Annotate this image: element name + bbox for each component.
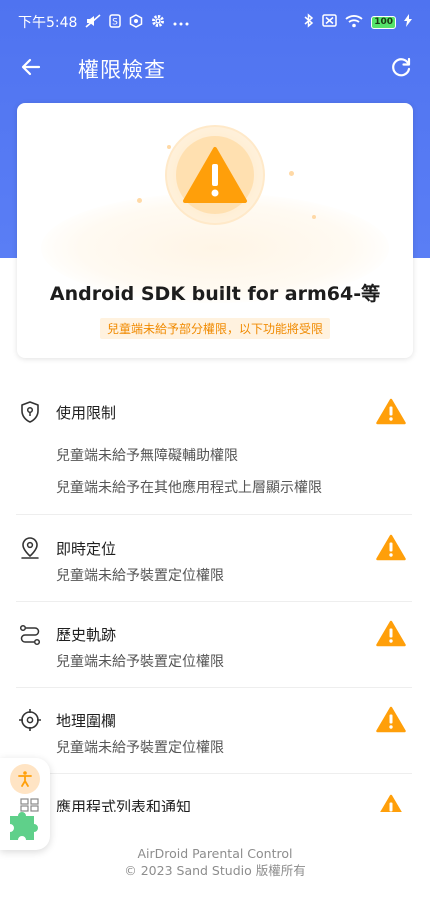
feature-title: 地理圍欄 <box>56 712 117 730</box>
crosshair-icon <box>18 708 42 732</box>
permission-warning-text: 兒童端未給予部分權限，以下功能將受限 <box>99 318 330 339</box>
feature-description: 兒童端未給予裝置定位權限 <box>56 654 224 670</box>
footer-app-name: AirDroid Parental Control <box>137 846 293 861</box>
warning-triangle-icon <box>183 147 247 203</box>
floating-widget[interactable] <box>0 758 50 850</box>
feature-description: 兒童端未給予在其他應用程式上層顯示權限 <box>56 480 322 496</box>
feature-description: 兒童端未給予裝置定位權限 <box>56 740 224 756</box>
battery-icon: 100 <box>371 15 396 29</box>
wifi-icon <box>345 14 363 31</box>
accessibility-button[interactable] <box>10 764 40 794</box>
feature-title: 歷史軌跡 <box>56 626 117 644</box>
warning-icon <box>376 620 406 648</box>
decor-dot <box>312 215 316 219</box>
feature-item-geofence[interactable]: 地理圍欄 兒童端未給予裝置定位權限 <box>16 706 412 774</box>
feature-item-usage-limit[interactable]: 使用限制 兒童端未給予無障礙輔助權限 兒童端未給予在其他應用程式上層顯示權限 <box>16 398 412 515</box>
decor-dot <box>137 198 142 203</box>
device-status-card: Android SDK built for arm64-等 兒童端未給予部分權限… <box>17 103 413 358</box>
device-name: Android SDK built for arm64-等 <box>49 283 381 305</box>
feature-title: 使用限制 <box>56 404 117 422</box>
status-bar: 下午5:48 S 100 <box>0 0 430 44</box>
warning-icon <box>376 794 406 812</box>
feature-item-realtime-location[interactable]: 即時定位 兒童端未給予裝置定位權限 <box>16 534 412 602</box>
footer-copyright: © 2023 Sand Studio 版權所有 <box>124 863 306 878</box>
puzzle-icon <box>10 812 38 840</box>
decor-dot <box>167 145 171 149</box>
feature-title: 應用程式列表和通知 <box>56 798 192 812</box>
no-sim-icon <box>322 14 337 30</box>
route-icon <box>18 622 42 646</box>
warning-icon <box>376 706 406 734</box>
accessibility-icon <box>18 771 32 787</box>
permission-warning-tag: 兒童端未給予部分權限，以下功能將受限 <box>17 318 413 339</box>
shield-pin-icon <box>18 400 42 424</box>
feature-item-history-track[interactable]: 歷史軌跡 兒童端未給予裝置定位權限 <box>16 620 412 688</box>
gear-icon <box>151 14 165 31</box>
s-icon: S <box>109 13 122 31</box>
warning-icon <box>376 398 406 426</box>
warning-icon <box>376 534 406 562</box>
back-button[interactable] <box>18 54 44 80</box>
charging-icon <box>404 14 412 30</box>
refresh-icon <box>392 57 411 77</box>
location-pin-icon <box>18 536 42 560</box>
refresh-button[interactable] <box>388 54 414 80</box>
footer: AirDroid Parental Control © 2023 Sand St… <box>0 845 430 879</box>
bluetooth-icon <box>304 13 314 31</box>
warning-badge <box>165 125 265 225</box>
mute-icon <box>85 13 101 31</box>
feature-description: 兒童端未給予裝置定位權限 <box>56 568 224 584</box>
page-title: 權限檢查 <box>78 58 166 82</box>
feature-item-apps-notifications[interactable]: 應用程式列表和通知 <box>16 794 412 812</box>
arrow-left-icon <box>21 58 41 76</box>
feature-description: 兒童端未給予無障礙輔助權限 <box>56 448 238 464</box>
status-time: 下午5:48 <box>18 15 78 31</box>
app-bar: 權限檢查 <box>0 44 430 92</box>
vpn-icon <box>129 13 143 31</box>
decor-dot <box>289 171 294 176</box>
svg-text:S: S <box>113 17 119 27</box>
feature-title: 即時定位 <box>56 540 117 558</box>
more-dots-icon <box>173 16 189 29</box>
